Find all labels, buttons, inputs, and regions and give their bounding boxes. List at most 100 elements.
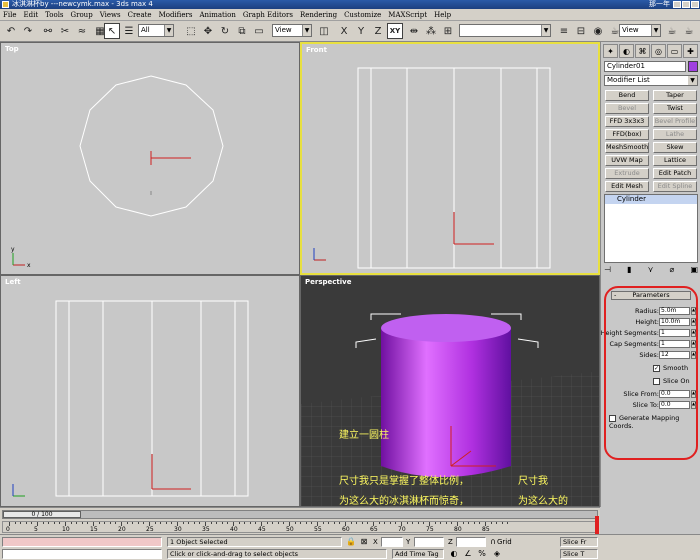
add-time-tag-button[interactable]: Add Time Tag — [392, 549, 444, 559]
modify-tab-icon[interactable]: ◐ — [619, 44, 634, 58]
ruler-minor-tick — [339, 522, 341, 524]
modifier-taper-button[interactable]: Taper — [653, 90, 697, 101]
link-icon[interactable]: ⚯ — [40, 23, 56, 39]
maxscript-mini-listener[interactable] — [2, 549, 162, 559]
menu-animation[interactable]: Animation — [199, 11, 235, 19]
viewport-left[interactable]: Left — [0, 275, 300, 507]
rotate-icon[interactable]: ↻ — [217, 23, 233, 39]
modifier-bend-button[interactable]: Bend — [605, 90, 649, 101]
viewport-front[interactable]: Front — [300, 42, 600, 275]
menu-create[interactable]: Create — [128, 11, 152, 19]
menu-edit[interactable]: Edit — [23, 11, 38, 19]
configure-sets-icon[interactable]: ▣ — [690, 265, 698, 277]
front-view-geometry — [313, 67, 551, 269]
close-button[interactable] — [691, 1, 699, 8]
axis-xy-button[interactable]: XY — [387, 23, 403, 39]
menu-views[interactable]: Views — [100, 11, 121, 19]
maximize-button[interactable] — [682, 1, 690, 8]
modifier-list-dropdown[interactable]: Modifier List ▼ — [604, 75, 698, 86]
menu-rendering[interactable]: Rendering — [300, 11, 337, 19]
move-icon[interactable]: ✥ — [200, 23, 216, 39]
maxscript-listener[interactable] — [2, 537, 162, 547]
bind-space-warp-icon[interactable]: ≈ — [74, 23, 90, 39]
ruler-minor-tick — [473, 522, 475, 524]
redo-icon[interactable]: ↷ — [20, 23, 36, 39]
z-coord-input[interactable] — [456, 537, 486, 547]
modifier-edit-patch-button[interactable]: Edit Patch — [653, 168, 697, 179]
angle-snap-icon[interactable]: ∠ — [463, 549, 473, 559]
menu-customize[interactable]: Customize — [344, 11, 381, 19]
pivot-center-icon[interactable]: ◫ — [316, 23, 332, 39]
material-editor-icon[interactable]: ◉ — [590, 23, 606, 39]
hierarchy-tab-icon[interactable]: ⌘ — [635, 44, 650, 58]
make-unique-icon[interactable]: ⋎ — [648, 265, 654, 277]
render-view-dropdown[interactable]: View ▼ — [619, 24, 661, 37]
unlink-icon[interactable]: ✂ — [57, 23, 73, 39]
show-end-result-icon[interactable]: ▮ — [627, 265, 631, 277]
modifier-skew-button[interactable]: Skew — [653, 142, 697, 153]
minimize-button[interactable] — [673, 1, 681, 8]
stack-item-cylinder[interactable]: Cylinder — [605, 195, 697, 204]
modifier-ffd3-button[interactable]: FFD 3x3x3 — [605, 116, 649, 127]
array-icon[interactable]: ⁂ — [423, 23, 439, 39]
y-coord-input[interactable] — [414, 537, 444, 547]
mirror-icon[interactable]: ⇹ — [406, 23, 422, 39]
x-coord-input[interactable] — [381, 537, 403, 547]
ruler-minor-tick — [356, 522, 358, 524]
undo-icon[interactable]: ↶ — [3, 23, 19, 39]
viewport-top[interactable]: Top x y — [0, 42, 300, 275]
select-region-icon[interactable]: ⬚ — [183, 23, 199, 39]
axis-tripod-x-label: x — [27, 262, 31, 269]
modifier-ffd-box-button[interactable]: FFD(box) — [605, 129, 649, 140]
menu-group[interactable]: Group — [71, 11, 93, 19]
schematic-view-icon[interactable]: ⊟ — [573, 23, 589, 39]
display-tab-icon[interactable]: ▭ — [667, 44, 682, 58]
menu-help[interactable]: Help — [434, 11, 451, 19]
reference-coord-dropdown[interactable]: View ▼ — [272, 24, 312, 37]
track-view-icon[interactable]: ≡ — [556, 23, 572, 39]
time-slider-thumb[interactable]: 0 / 100 — [3, 511, 81, 518]
menu-file[interactable]: File — [3, 11, 16, 19]
remove-modifier-icon[interactable]: ⌀ — [670, 265, 675, 277]
align-icon[interactable]: ⊞ — [440, 23, 456, 39]
ruler-tick-label: 20 — [118, 526, 126, 533]
percent-snap-icon[interactable]: % — [477, 549, 487, 559]
menu-graph-editors[interactable]: Graph Editors — [243, 11, 293, 19]
squash-icon[interactable]: ▭ — [251, 23, 267, 39]
time-slider[interactable]: 0 / 100 — [2, 510, 598, 519]
ruler-tick-label: 75 — [426, 526, 434, 533]
absolute-mode-icon[interactable]: ⊠ — [359, 537, 369, 547]
axis-z-button[interactable]: Z — [370, 23, 386, 39]
menu-modifiers[interactable]: Modifiers — [159, 11, 193, 19]
axis-y-button[interactable]: Y — [353, 23, 369, 39]
object-color-swatch[interactable] — [688, 61, 698, 72]
snap-toggle-icon[interactable]: ◐ — [449, 549, 459, 559]
motion-tab-icon[interactable]: ◎ — [651, 44, 666, 58]
modifier-uvw-map-button[interactable]: UVW Map — [605, 155, 649, 166]
axis-x-button[interactable]: X — [336, 23, 352, 39]
modifier-meshsmooth-button[interactable]: MeshSmooth — [605, 142, 649, 153]
pin-stack-icon[interactable]: ⊣ — [604, 265, 611, 277]
utilities-tab-icon[interactable]: ✚ — [683, 44, 698, 58]
menu-tools[interactable]: Tools — [45, 11, 63, 19]
ruler-tick-label: 5 — [34, 526, 38, 533]
selection-filter-dropdown[interactable]: All ▼ — [138, 24, 174, 37]
modifier-lattice-button[interactable]: Lattice — [653, 155, 697, 166]
named-selection-dropdown[interactable]: ▼ — [459, 24, 551, 37]
frame-ruler[interactable]: 0 5 10 15 20 25 30 35 40 45 50 55 60 65 70 75 80 85 — [2, 521, 598, 533]
create-tab-icon[interactable]: ✦ — [603, 44, 618, 58]
menu-maxscript[interactable]: MAXScript — [388, 11, 427, 19]
modifier-edit-mesh-button[interactable]: Edit Mesh — [605, 181, 649, 192]
select-object-icon[interactable]: ↖ — [104, 23, 120, 39]
render-last-icon[interactable]: ☕ — [681, 23, 697, 39]
main-toolbar: ↶ ↷ ⚯ ✂ ≈ ▦ ↖ ☰ All ▼ ⬚ ✥ ↻ ⧉ ▭ View ▼ ◫… — [0, 21, 700, 42]
modifier-stack[interactable]: Cylinder — [604, 194, 698, 263]
lock-selection-icon[interactable]: 🔒 — [346, 537, 356, 547]
spinner-snap-icon[interactable]: ◈ — [492, 549, 502, 559]
object-name-field[interactable]: Cylinder01 — [604, 61, 686, 72]
select-by-name-icon[interactable]: ☰ — [121, 23, 137, 39]
quick-render-icon[interactable]: ☕ — [664, 23, 680, 39]
scale-icon[interactable]: ⧉ — [234, 23, 250, 39]
chevron-down-icon: ▼ — [688, 76, 697, 85]
modifier-twist-button[interactable]: Twist — [653, 103, 697, 114]
